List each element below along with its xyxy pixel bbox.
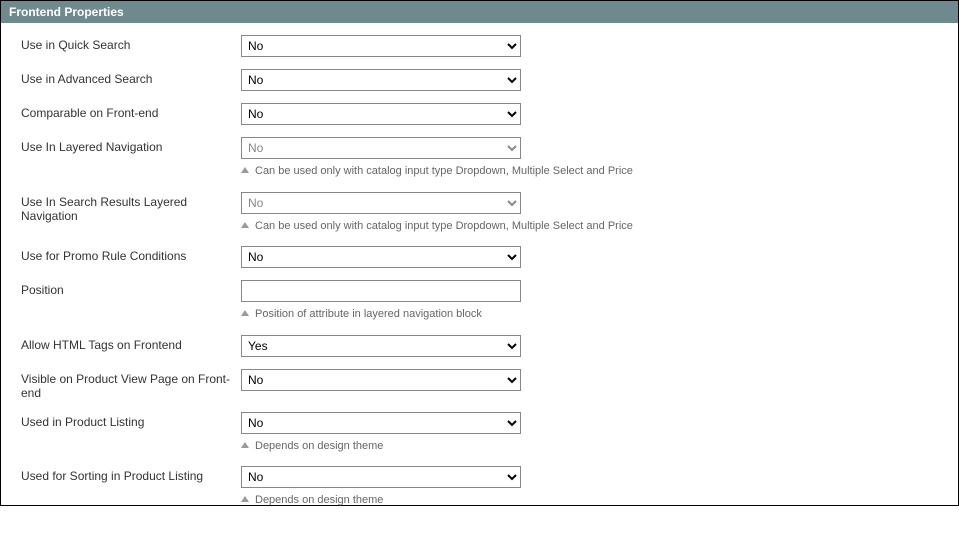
hint-layered-nav: Can be used only with catalog input type… — [241, 163, 633, 180]
select-layered-nav[interactable]: No Yes — [241, 137, 521, 159]
select-promo-rule[interactable]: No Yes — [241, 246, 521, 268]
row-search-layered: Use In Search Results Layered Navigation… — [21, 192, 938, 235]
select-quick-search[interactable]: No Yes — [241, 35, 521, 57]
row-product-listing: Used in Product Listing No Yes Depends o… — [21, 412, 938, 455]
frontend-properties-panel: Frontend Properties Use in Quick Search … — [0, 0, 959, 506]
label-sorting: Used for Sorting in Product Listing — [21, 466, 241, 509]
label-quick-search: Use in Quick Search — [21, 35, 241, 57]
label-visible-pvp: Visible on Product View Page on Front-en… — [21, 369, 241, 400]
row-allow-html: Allow HTML Tags on Frontend Yes No — [21, 335, 938, 357]
hint-search-layered: Can be used only with catalog input type… — [241, 218, 633, 235]
row-advanced-search: Use in Advanced Search No Yes — [21, 69, 938, 91]
panel-header: Frontend Properties — [1, 1, 958, 23]
label-product-listing: Used in Product Listing — [21, 412, 241, 455]
select-advanced-search[interactable]: No Yes — [241, 69, 521, 91]
panel-title: Frontend Properties — [9, 5, 124, 19]
panel-body: Use in Quick Search No Yes Use in Advanc… — [1, 23, 958, 533]
select-allow-html[interactable]: Yes No — [241, 335, 521, 357]
label-advanced-search: Use in Advanced Search — [21, 69, 241, 91]
label-search-layered: Use In Search Results Layered Navigation — [21, 192, 241, 235]
select-visible-pvp[interactable]: No Yes — [241, 369, 521, 391]
hint-sorting: Depends on design theme — [241, 492, 521, 509]
row-promo-rule: Use for Promo Rule Conditions No Yes — [21, 246, 938, 268]
label-layered-nav: Use In Layered Navigation — [21, 137, 241, 180]
label-allow-html: Allow HTML Tags on Frontend — [21, 335, 241, 357]
select-sorting[interactable]: No Yes — [241, 466, 521, 488]
triangle-icon — [241, 496, 249, 502]
label-position: Position — [21, 280, 241, 323]
triangle-icon — [241, 310, 249, 316]
hint-position: Position of attribute in layered navigat… — [241, 306, 521, 323]
triangle-icon — [241, 167, 249, 173]
select-product-listing[interactable]: No Yes — [241, 412, 521, 434]
select-comparable[interactable]: No Yes — [241, 103, 521, 125]
row-quick-search: Use in Quick Search No Yes — [21, 35, 938, 57]
row-sorting: Used for Sorting in Product Listing No Y… — [21, 466, 938, 509]
input-position[interactable] — [241, 280, 521, 302]
triangle-icon — [241, 442, 249, 448]
triangle-icon — [241, 222, 249, 228]
row-comparable: Comparable on Front-end No Yes — [21, 103, 938, 125]
hint-product-listing: Depends on design theme — [241, 438, 521, 455]
row-visible-pvp: Visible on Product View Page on Front-en… — [21, 369, 938, 400]
label-promo-rule: Use for Promo Rule Conditions — [21, 246, 241, 268]
row-position: Position Position of attribute in layere… — [21, 280, 938, 323]
row-layered-nav: Use In Layered Navigation No Yes Can be … — [21, 137, 938, 180]
select-search-layered[interactable]: No Yes — [241, 192, 521, 214]
label-comparable: Comparable on Front-end — [21, 103, 241, 125]
